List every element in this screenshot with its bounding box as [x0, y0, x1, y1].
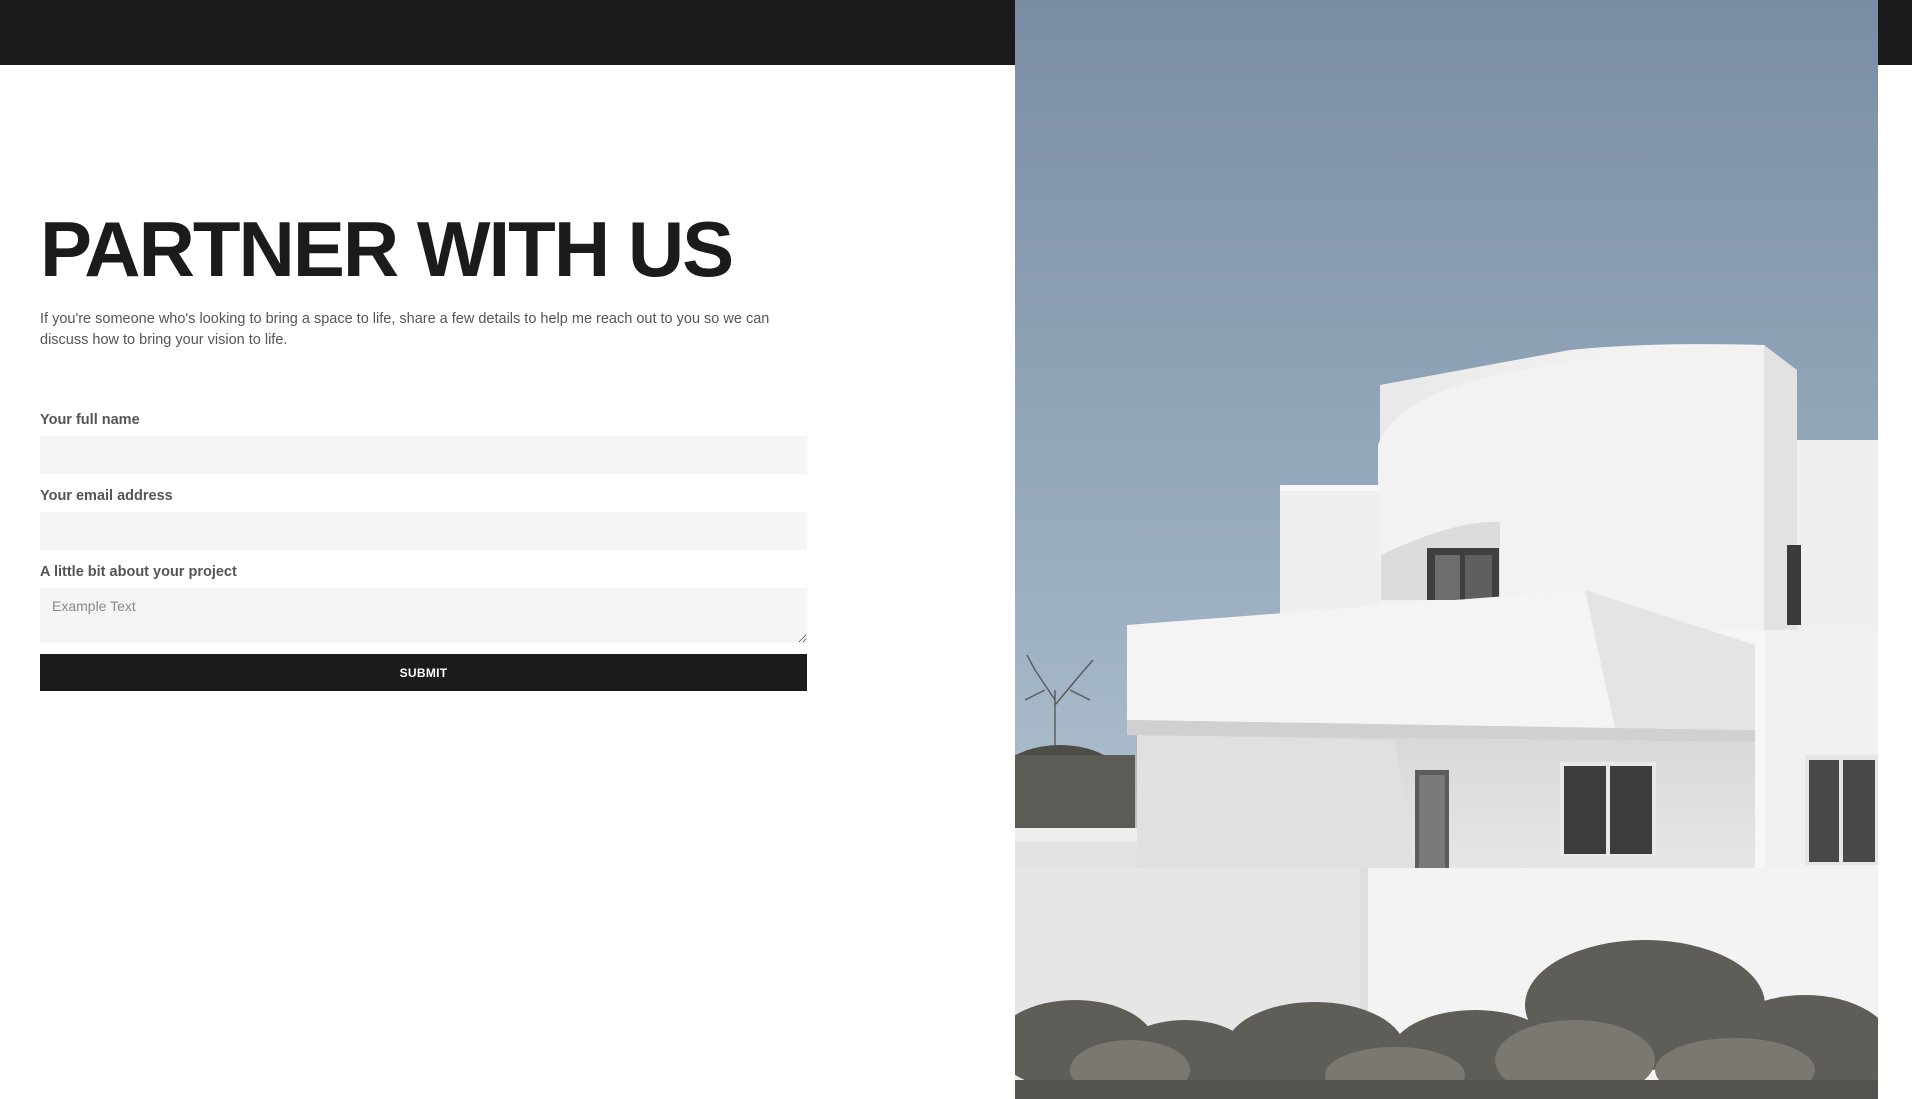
project-label: A little bit about your project — [40, 564, 237, 580]
email-label: Your email address — [40, 488, 173, 504]
content-column: PARTNER WITH US If you're someone who's … — [40, 205, 808, 691]
email-input[interactable] — [40, 512, 807, 550]
full-name-input[interactable] — [40, 436, 807, 474]
full-name-label: Your full name — [40, 412, 140, 428]
contact-form: Your full name Your email address A litt… — [40, 411, 808, 691]
submit-button[interactable]: SUBMIT — [40, 654, 807, 691]
page: PARTNER WITH US If you're someone who's … — [0, 0, 1912, 1099]
project-textarea[interactable] — [40, 588, 807, 643]
right-gutter — [1878, 65, 1912, 1099]
page-title: PARTNER WITH US — [40, 205, 734, 293]
house-photo — [1015, 0, 1878, 1099]
intro-text: If you're someone who's looking to bring… — [40, 311, 770, 348]
